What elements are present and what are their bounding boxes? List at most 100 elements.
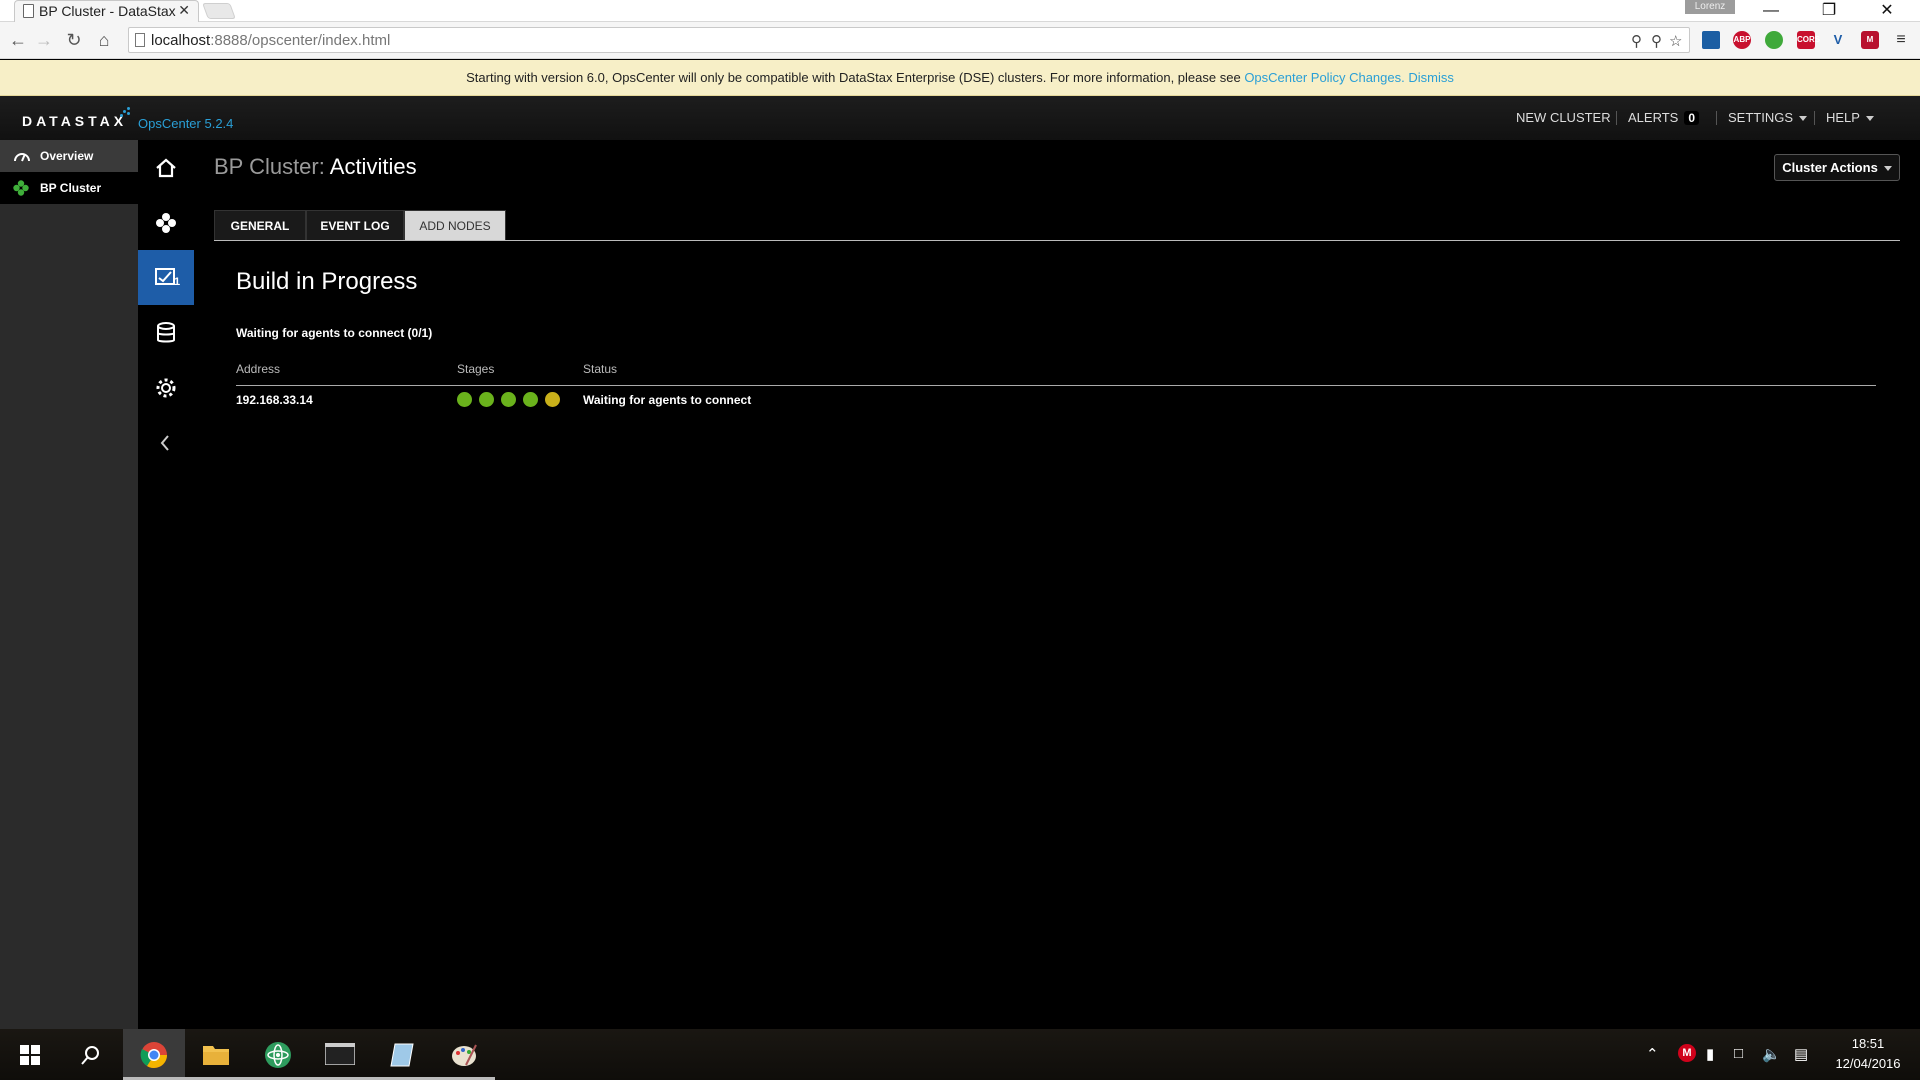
volume-icon[interactable]: 🔈: [1762, 1045, 1781, 1063]
header-divider: [1716, 111, 1717, 125]
rail-services[interactable]: [138, 360, 194, 415]
home-icon[interactable]: ⌂: [92, 28, 116, 52]
page-info-icon[interactable]: [135, 33, 145, 47]
browser-toolbar: ← → ↻ ⌂ localhost:8888/opscenter/index.h…: [0, 22, 1920, 59]
windows-taskbar: ⌃ M ▮ □ 🔈 ▤ 18:51 12/04/2016: [0, 1029, 1920, 1080]
new-tab-button[interactable]: [202, 3, 236, 19]
policy-changes-link[interactable]: OpsCenter Policy Changes.: [1244, 70, 1404, 85]
cluster-icon: [13, 180, 29, 196]
nodes-icon: [156, 213, 176, 233]
rail-nodes[interactable]: [138, 195, 194, 250]
search-button[interactable]: [60, 1029, 120, 1080]
waiting-status-text: Waiting for agents to connect (0/1): [236, 326, 433, 340]
taskbar-file-explorer[interactable]: [185, 1029, 247, 1080]
home-icon: [156, 158, 176, 178]
cast-icon[interactable]: [1702, 31, 1720, 49]
tabs-divider: [214, 240, 1900, 241]
reload-icon[interactable]: ↻: [62, 28, 86, 52]
show-hidden-icons-chevron-icon[interactable]: ⌃: [1646, 1045, 1659, 1063]
clock-date: 12/04/2016: [1835, 1056, 1901, 1071]
terminal-icon: [325, 1043, 355, 1065]
table-header-divider: [236, 385, 1876, 386]
windows-logo-icon: [20, 1045, 40, 1065]
key-icon[interactable]: ⚲: [1651, 32, 1662, 50]
atom-icon: [265, 1042, 291, 1068]
stage-complete-dot: [479, 392, 494, 407]
browser-tab[interactable]: BP Cluster - DataStax ✕: [14, 0, 199, 22]
header-divider: [1616, 111, 1617, 125]
column-header-address: Address: [236, 362, 281, 376]
cluster-sidebar: Overview BP Cluster: [0, 140, 138, 1029]
page-icon: [23, 4, 34, 18]
rail-dashboard[interactable]: [138, 140, 194, 195]
taskbar-atom-app[interactable]: [247, 1029, 309, 1080]
start-button[interactable]: [0, 1029, 60, 1080]
sidebar-item-label: BP Cluster: [40, 181, 102, 195]
vue-extension-icon[interactable]: V: [1829, 31, 1847, 49]
gauge-icon: [14, 153, 30, 162]
new-cluster-link[interactable]: NEW CLUSTER: [1516, 110, 1611, 125]
tab-event-log[interactable]: EVENT LOG: [306, 210, 404, 240]
action-center-icon[interactable]: ▤: [1794, 1045, 1808, 1063]
settings-menu[interactable]: SETTINGS: [1728, 110, 1808, 125]
taskbar-chrome[interactable]: [123, 1029, 185, 1080]
taskbar-sticky-notes[interactable]: [371, 1029, 433, 1080]
chevron-down-icon: [1799, 116, 1808, 122]
help-menu[interactable]: HELP: [1826, 110, 1874, 125]
minimize-button[interactable]: —: [1748, 0, 1794, 22]
activity-count-badge: 1: [174, 276, 181, 288]
stage-complete-dot: [523, 392, 538, 407]
taskbar-terminal[interactable]: [309, 1029, 371, 1080]
node-status: Waiting for agents to connect: [583, 393, 752, 407]
network-icon[interactable]: □: [1734, 1045, 1743, 1062]
gear-icon: [156, 378, 176, 398]
header-divider: [1814, 111, 1815, 125]
dismiss-link[interactable]: Dismiss: [1408, 70, 1454, 85]
bookmark-star-icon[interactable]: ☆: [1669, 32, 1682, 50]
section-icon-rail: 1: [138, 140, 194, 1029]
page-name: Activities: [329, 154, 417, 179]
notes-icon: [390, 1043, 414, 1067]
restore-button[interactable]: ❐: [1806, 0, 1852, 22]
app-header: DATASTAX OpsCenter 5.2.4 NEW CLUSTER ALE…: [0, 96, 1920, 140]
zoom-icon[interactable]: ⚲: [1631, 32, 1642, 50]
sidebar-item-bp-cluster[interactable]: BP Cluster: [0, 172, 138, 204]
stage-complete-dot: [457, 392, 472, 407]
deprecation-notice-bar: Starting with version 6.0, OpsCenter wil…: [0, 60, 1920, 96]
address-bar[interactable]: localhost:8888/opscenter/index.html ⚲ ⚲ …: [128, 27, 1690, 53]
page-title: BP Cluster: Activities: [214, 154, 417, 180]
taskbar-paint[interactable]: [433, 1029, 495, 1080]
cors-extension-icon[interactable]: CORS: [1797, 31, 1820, 49]
profile-button[interactable]: Lorenz: [1685, 0, 1735, 14]
chrome-icon: [140, 1042, 168, 1069]
menu-icon[interactable]: ≡: [1892, 31, 1910, 49]
clock-time: 18:51: [1851, 1036, 1885, 1051]
tab-close-icon[interactable]: ✕: [178, 2, 190, 19]
mega-tray-icon[interactable]: M: [1678, 1044, 1696, 1062]
back-arrow-icon[interactable]: ←: [6, 28, 30, 52]
main-content: BP Cluster: Activities Cluster Actions G…: [194, 140, 1920, 1029]
alerts-link[interactable]: ALERTS 0: [1628, 110, 1700, 125]
rail-activities[interactable]: 1: [138, 250, 194, 305]
rail-collapse[interactable]: [138, 415, 194, 470]
column-header-stages: Stages: [457, 362, 495, 376]
tab-add-nodes[interactable]: ADD NODES: [404, 210, 506, 240]
column-header-status: Status: [583, 362, 618, 376]
sidebar-item-label: Overview: [40, 149, 94, 163]
cluster-actions-button[interactable]: Cluster Actions: [1774, 154, 1900, 181]
forward-arrow-icon[interactable]: →: [32, 28, 56, 52]
chevron-down-icon: [1883, 166, 1892, 172]
sidebar-item-overview[interactable]: Overview: [0, 140, 138, 172]
alerts-count-badge: 0: [1684, 111, 1700, 125]
close-window-button[interactable]: ✕: [1864, 0, 1910, 22]
tab-general[interactable]: GENERAL: [214, 210, 306, 240]
chevron-down-icon: [1865, 116, 1874, 122]
rail-data[interactable]: [138, 305, 194, 360]
mega-extension-icon[interactable]: M: [1861, 31, 1879, 49]
cluster-name: BP Cluster:: [214, 154, 325, 179]
url-text: localhost:8888/opscenter/index.html: [151, 32, 391, 49]
taskbar-clock[interactable]: 18:51 12/04/2016: [1820, 1034, 1916, 1074]
green-extension-icon[interactable]: [1765, 31, 1783, 49]
battery-icon[interactable]: ▮: [1706, 1045, 1714, 1063]
adblock-icon[interactable]: ABP: [1733, 31, 1751, 49]
